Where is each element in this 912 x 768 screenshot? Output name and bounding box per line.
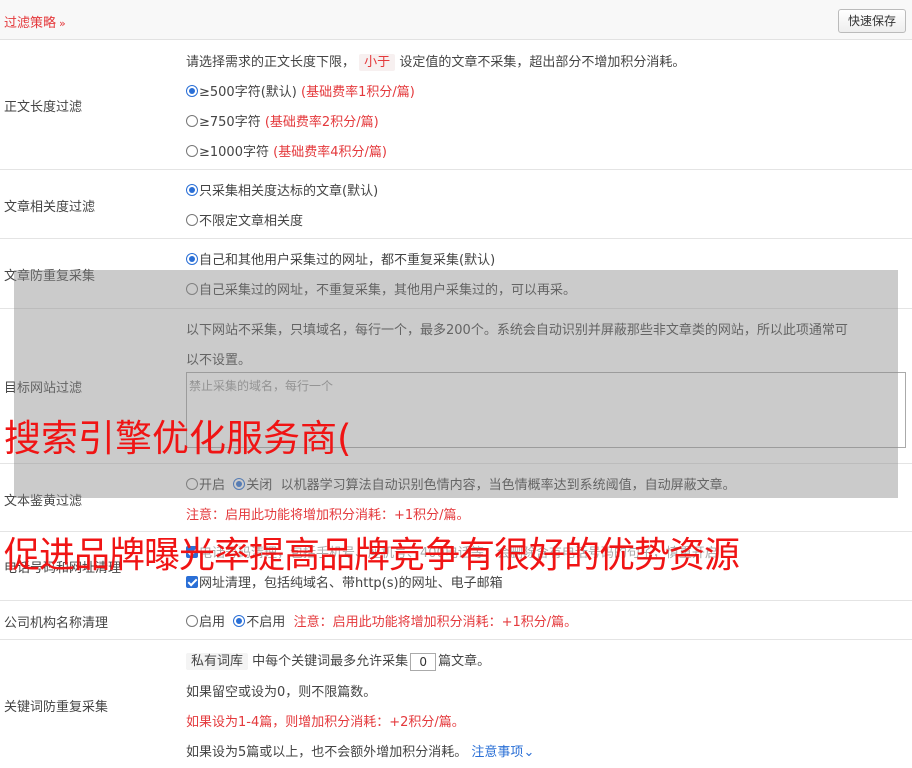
section-title[interactable]: 过滤策略» xyxy=(4,12,66,31)
keyword-note-cost: 如果设为1-4篇，则增加积分消耗：+2积分/篇。 xyxy=(186,715,465,730)
radio-icon[interactable] xyxy=(186,253,198,265)
notes-link[interactable]: 注意事项⌄ xyxy=(471,745,534,760)
org-clean-label: 公司机构名称清理 xyxy=(4,616,109,631)
filter-strategy-header: 过滤策略» 快速保存 xyxy=(0,0,912,40)
chevron-down-icon[interactable]: » xyxy=(59,17,66,30)
radio-icon[interactable] xyxy=(186,214,198,226)
org-clean-off[interactable]: 不启用 xyxy=(233,615,285,630)
length-option-750[interactable]: ≥750字符 (基础费率2积分/篇) xyxy=(186,111,379,130)
radio-icon[interactable] xyxy=(186,615,198,627)
radio-icon[interactable] xyxy=(186,145,198,157)
relevance-option-only[interactable]: 只采集相关度达标的文章(默认) xyxy=(186,180,378,199)
keyword-limit-line: 私有词库 中每个关键词最多允许采集篇文章。 xyxy=(186,650,490,671)
keyword-dedupe-row: 关键词防重复采集 私有词库 中每个关键词最多允许采集篇文章。 如果留空或设为0，… xyxy=(0,640,912,768)
watermark-text-1: 搜索引擎优化服务商( xyxy=(4,417,352,460)
porn-filter-note: 注意：启用此功能将增加积分消耗：+1积分/篇。 xyxy=(186,508,470,523)
keyword-dedupe-label: 关键词防重复采集 xyxy=(4,700,109,715)
keyword-limit-input[interactable] xyxy=(410,652,437,671)
length-filter-label: 正文长度过滤 xyxy=(4,100,83,115)
length-option-500[interactable]: ≥500字符(默认) (基础费率1积分/篇) xyxy=(186,81,415,100)
relevance-option-any[interactable]: 不限定文章相关度 xyxy=(186,210,303,229)
radio-icon[interactable] xyxy=(186,184,198,196)
private-lexicon-tag[interactable]: 私有词库 xyxy=(186,653,249,670)
less-than-tag: 小于 xyxy=(359,54,396,71)
length-filter-intro: 请选择需求的正文长度下限， 小于 设定值的文章不采集，超出部分不增加积分消耗。 xyxy=(186,54,686,71)
org-clean-options: 启用 不启用 注意：启用此功能将增加积分消耗：+1积分/篇。 xyxy=(186,611,577,630)
radio-icon[interactable] xyxy=(186,85,198,97)
org-clean-row: 公司机构名称清理 启用 不启用 注意：启用此功能将增加积分消耗：+1积分/篇。 xyxy=(0,601,912,640)
radio-icon[interactable] xyxy=(233,615,246,627)
relevance-filter-row: 文章相关度过滤 只采集相关度达标的文章(默认) 不限定文章相关度 xyxy=(0,170,912,239)
watermark-text-2: 促进品牌曝光率提高品牌竞争有很好的优势资源 xyxy=(4,535,740,576)
keyword-note-empty: 如果留空或设为0，则不限篇数。 xyxy=(186,685,377,700)
keyword-note-free: 如果设为5篇或以上，也不会额外增加积分消耗。 注意事项⌄ xyxy=(186,745,535,760)
dedupe-option-all[interactable]: 自己和其他用户采集过的网址，都不重复采集(默认) xyxy=(186,249,495,268)
quick-save-button[interactable]: 快速保存 xyxy=(837,9,906,33)
radio-icon[interactable] xyxy=(186,115,198,127)
relevance-filter-label: 文章相关度过滤 xyxy=(4,200,96,215)
org-clean-on[interactable]: 启用 xyxy=(186,615,225,630)
length-option-1000[interactable]: ≥1000字符 (基础费率4积分/篇) xyxy=(186,141,387,160)
chevron-down-icon[interactable]: ⌄ xyxy=(523,745,534,760)
gray-overlay xyxy=(14,270,898,498)
length-filter-row: 正文长度过滤 请选择需求的正文长度下限， 小于 设定值的文章不采集，超出部分不增… xyxy=(0,40,912,170)
